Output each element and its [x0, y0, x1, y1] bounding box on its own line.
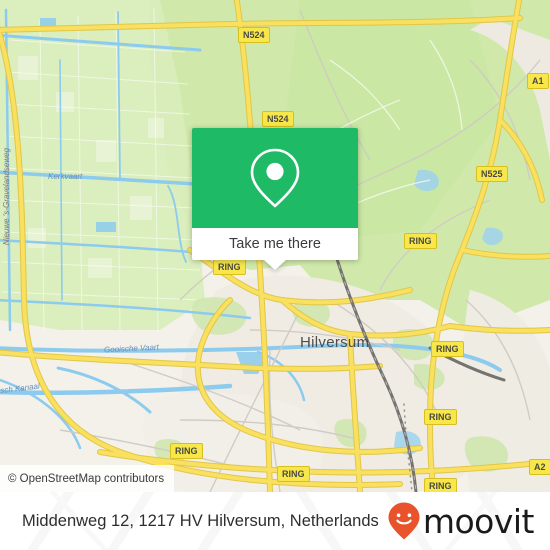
road-shield-ring-4[interactable]: RING [424, 409, 457, 425]
location-popup-card[interactable]: Take me there [192, 128, 358, 270]
map-pin-icon [250, 148, 300, 208]
road-shield-n524-south[interactable]: N524 [262, 111, 294, 127]
road-shield-ring-7[interactable]: RING [424, 478, 457, 492]
moovit-logo[interactable]: moovit [387, 501, 535, 541]
road-shield-a2[interactable]: A2 [529, 459, 550, 475]
moovit-wordmark: moovit [422, 501, 535, 541]
map-page: Hilversum Kerkvaart Gooische Vaart tsch … [0, 0, 550, 550]
road-shield-n524-north[interactable]: N524 [238, 27, 270, 43]
popup-header [192, 128, 358, 228]
popup-action-bar[interactable]: Take me there [192, 228, 358, 270]
map-canvas[interactable]: Hilversum Kerkvaart Gooische Vaart tsch … [0, 0, 550, 492]
osm-attribution[interactable]: © OpenStreetMap contributors [0, 465, 175, 492]
footer-bar: Middenweg 12, 1217 HV Hilversum, Netherl… [0, 492, 550, 550]
road-shield-ring-5[interactable]: RING [170, 443, 203, 459]
osm-attribution-text: © OpenStreetMap contributors [8, 472, 165, 485]
road-shield-ring-6[interactable]: RING [277, 466, 310, 482]
road-shield-ring-3[interactable]: RING [431, 341, 464, 357]
moovit-smiley-pin-icon [388, 502, 420, 540]
address-text: Middenweg 12, 1217 HV Hilversum, Netherl… [22, 511, 379, 530]
road-shield-ring-1[interactable]: RING [404, 233, 437, 249]
take-me-there-button[interactable]: Take me there [229, 236, 321, 252]
road-shield-ring-2[interactable]: RING [213, 259, 246, 275]
road-shield-a1[interactable]: A1 [527, 73, 549, 89]
road-shield-n525[interactable]: N525 [476, 166, 508, 182]
popup-tail-pointer [264, 260, 286, 270]
